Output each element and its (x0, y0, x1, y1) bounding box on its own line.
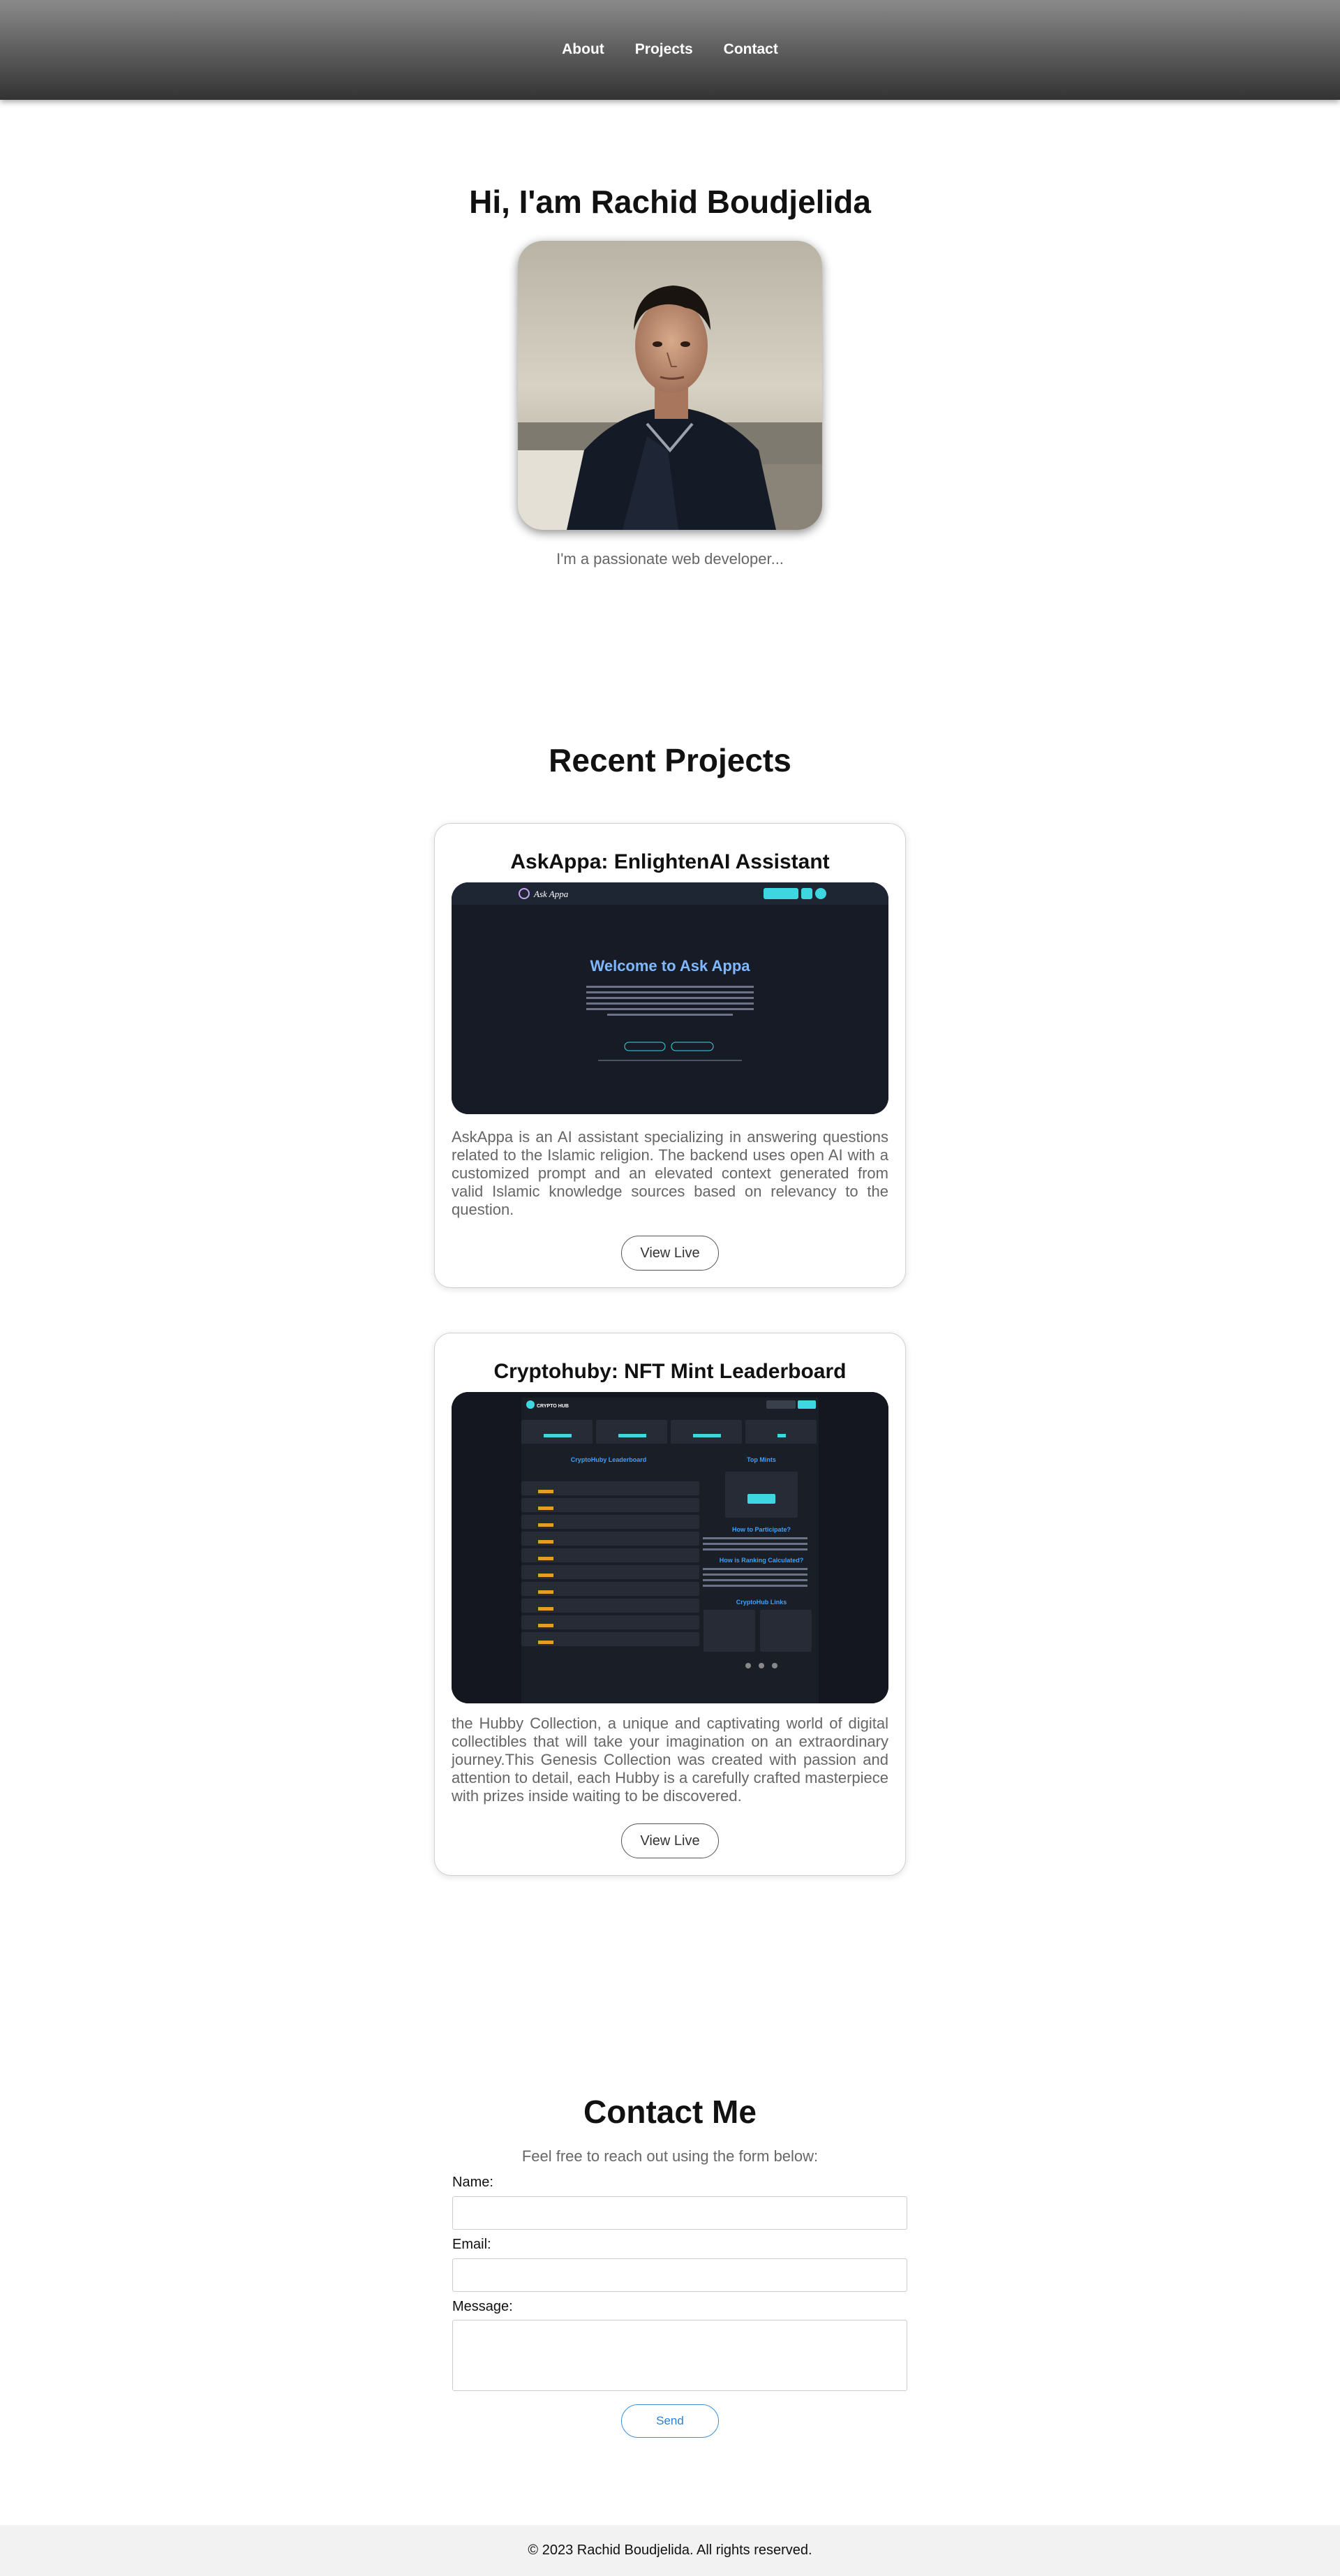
project-title: Cryptohuby: NFT Mint Leaderboard (493, 1360, 847, 1383)
project-card-askappa: AskAppa: EnlightenAI Assistant Ask Appa … (434, 823, 906, 1288)
message-textarea[interactable] (452, 2320, 907, 2391)
name-input[interactable] (452, 2196, 907, 2230)
email-label: Email: (452, 2237, 491, 2252)
askappa-logo-text: Ask Appa (533, 889, 569, 899)
project-title: AskAppa: EnlightenAI Assistant (510, 850, 830, 873)
send-button[interactable]: Send (621, 2404, 719, 2438)
contact-section-title: Contact Me (583, 2094, 757, 2130)
links-title: CryptoHub Links (736, 1599, 787, 1606)
project-description: AskAppa is an AI assistant specializing … (452, 1128, 888, 1218)
cryptohub-logo-text: CRYPTO HUB (537, 1404, 569, 1409)
project-card-cryptohuby: Cryptohuby: NFT Mint Leaderboard CRYPTO … (434, 1333, 906, 1876)
name-label: Name: (452, 2175, 493, 2190)
project-screenshot: CRYPTO HUB CryptoHuby Leaderboard Top Mi… (452, 1392, 888, 1703)
view-live-button[interactable]: View Live (621, 1823, 719, 1858)
top-navbar: About Projects Contact (0, 0, 1340, 100)
contact-subtitle: Feel free to reach out using the form be… (521, 2147, 819, 2165)
hero-title: Hi, I'am Rachid Boudjelida (469, 184, 871, 220)
nav-projects-link[interactable]: Projects (635, 41, 693, 58)
project-screenshot: Ask Appa Welcome to Ask Appa (452, 882, 888, 1114)
askappa-heading: Welcome to Ask Appa (590, 957, 750, 975)
view-live-button[interactable]: View Live (621, 1236, 719, 1271)
hero-subtitle: I'm a passionate web developer... (556, 550, 784, 568)
nav-about-link[interactable]: About (562, 41, 604, 58)
project-description: the Hubby Collection, a unique and capti… (452, 1715, 888, 1805)
profile-photo (518, 241, 822, 530)
nav-contact-link[interactable]: Contact (724, 41, 778, 58)
top-mints-title: Top Mints (747, 1456, 776, 1463)
projects-section-title: Recent Projects (549, 742, 791, 778)
how-to-participate-title: How to Participate? (732, 1526, 791, 1533)
footer: © 2023 Rachid Boudjelida. All rights res… (0, 2525, 1340, 2576)
message-label: Message: (452, 2299, 513, 2314)
ranking-title: How is Ranking Calculated? (720, 1557, 804, 1564)
leaderboard-title: CryptoHuby Leaderboard (571, 1456, 647, 1463)
email-input[interactable] (452, 2258, 907, 2292)
footer-copyright: © 2023 Rachid Boudjelida. All rights res… (528, 2542, 812, 2558)
